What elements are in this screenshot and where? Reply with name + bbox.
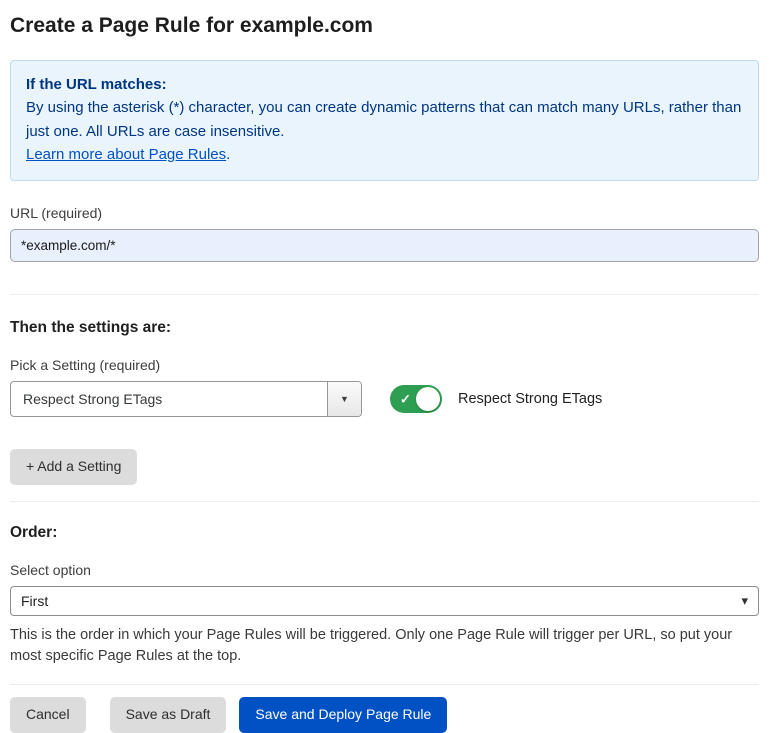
setting-row: Respect Strong ETags ▼ ✓ Respect Strong … [10,381,759,417]
save-deploy-button[interactable]: Save and Deploy Page Rule [239,697,447,733]
footer-divider [10,684,759,685]
cancel-button[interactable]: Cancel [10,697,86,733]
order-help-text: This is the order in which your Page Rul… [10,625,759,669]
setting-select-value: Respect Strong ETags [11,382,327,416]
url-label: URL (required) [10,205,759,221]
url-input[interactable] [10,229,759,262]
footer-actions: Cancel Save as Draft Save and Deploy Pag… [10,697,759,733]
add-setting-button[interactable]: + Add a Setting [10,449,137,485]
etags-toggle[interactable]: ✓ [390,385,442,413]
order-select[interactable]: First ▾ [10,586,759,616]
save-draft-button[interactable]: Save as Draft [110,697,227,733]
check-icon: ✓ [400,393,411,406]
chevron-down-icon: ▼ [340,394,349,404]
info-box-heading: If the URL matches: [26,73,743,96]
info-box-link-row: Learn more about Page Rules. [26,143,743,166]
chevron-down-icon: ▾ [741,593,748,609]
order-heading: Order: [10,524,759,542]
etags-toggle-group: ✓ Respect Strong ETags [390,385,602,413]
setting-select-arrow-button[interactable]: ▼ [327,382,361,416]
setting-select[interactable]: Respect Strong ETags ▼ [10,381,362,417]
learn-more-link-suffix: . [226,146,230,163]
section-divider [10,501,759,502]
learn-more-link[interactable]: Learn more about Page Rules [26,146,226,163]
page-rule-form: Create a Page Rule for example.com If th… [0,0,769,733]
etags-toggle-label: Respect Strong ETags [458,391,602,407]
order-select-value: First [21,593,48,609]
info-box-body: By using the asterisk (*) character, you… [26,96,743,143]
url-match-info-box: If the URL matches: By using the asteris… [10,60,759,181]
settings-heading: Then the settings are: [10,319,759,337]
order-select-label: Select option [10,562,759,578]
section-divider [10,294,759,295]
toggle-knob [416,387,440,411]
pick-setting-label: Pick a Setting (required) [10,357,759,373]
page-title: Create a Page Rule for example.com [10,14,759,38]
